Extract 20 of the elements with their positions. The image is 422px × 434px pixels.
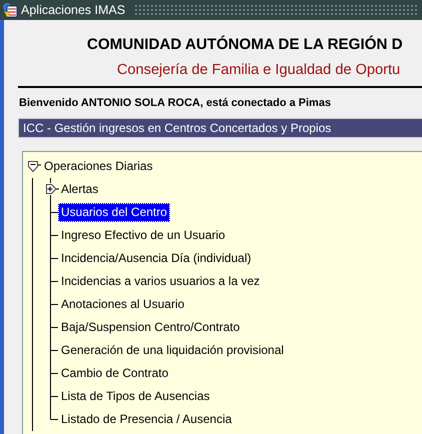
application-bar: ICC - Gestión ingresos en Centros Concertados y Propios <box>18 118 422 138</box>
welcome-message: Bienvenido ANTONIO SOLA ROCA, está conectado a Pimas <box>18 97 332 111</box>
organization-title: COMUNIDAD AUTÓNOMA DE LA REGIÓN D <box>86 34 404 55</box>
menu-item[interactable]: Lista de Tipos de Ausencias <box>58 387 213 406</box>
menu-item[interactable]: Generación de una liquidación provisional <box>58 341 287 360</box>
app-icon <box>2 2 18 18</box>
menu-item[interactable]: Anotaciones al Usuario <box>58 295 188 314</box>
collapse-icon[interactable] <box>28 160 41 172</box>
menu-item[interactable]: Baja/Suspension Centro/Contrato <box>58 318 243 337</box>
menu-item[interactable]: Cambio de Contrato <box>58 364 172 383</box>
menu-item[interactable]: Alertas <box>58 180 102 199</box>
menu-item[interactable]: Usuarios del Centro <box>58 203 170 222</box>
department-subtitle: Consejería de Familia e Igualdad de Oportu <box>116 61 402 80</box>
menu-item[interactable]: Listado de Presencia / Ausencia <box>58 410 235 429</box>
window-title: Aplicaciones IMAS <box>21 3 126 17</box>
menu-item[interactable]: Operaciones Diarias <box>41 157 156 176</box>
menu-item[interactable]: Incidencias a varios usuarios a la vez <box>58 272 263 291</box>
menu-item[interactable]: Ingreso Efectivo de un Usuario <box>58 226 228 245</box>
expand-icon[interactable] <box>46 183 59 195</box>
menu-item[interactable]: Incidencia/Ausencia Día (individual) <box>58 249 254 268</box>
